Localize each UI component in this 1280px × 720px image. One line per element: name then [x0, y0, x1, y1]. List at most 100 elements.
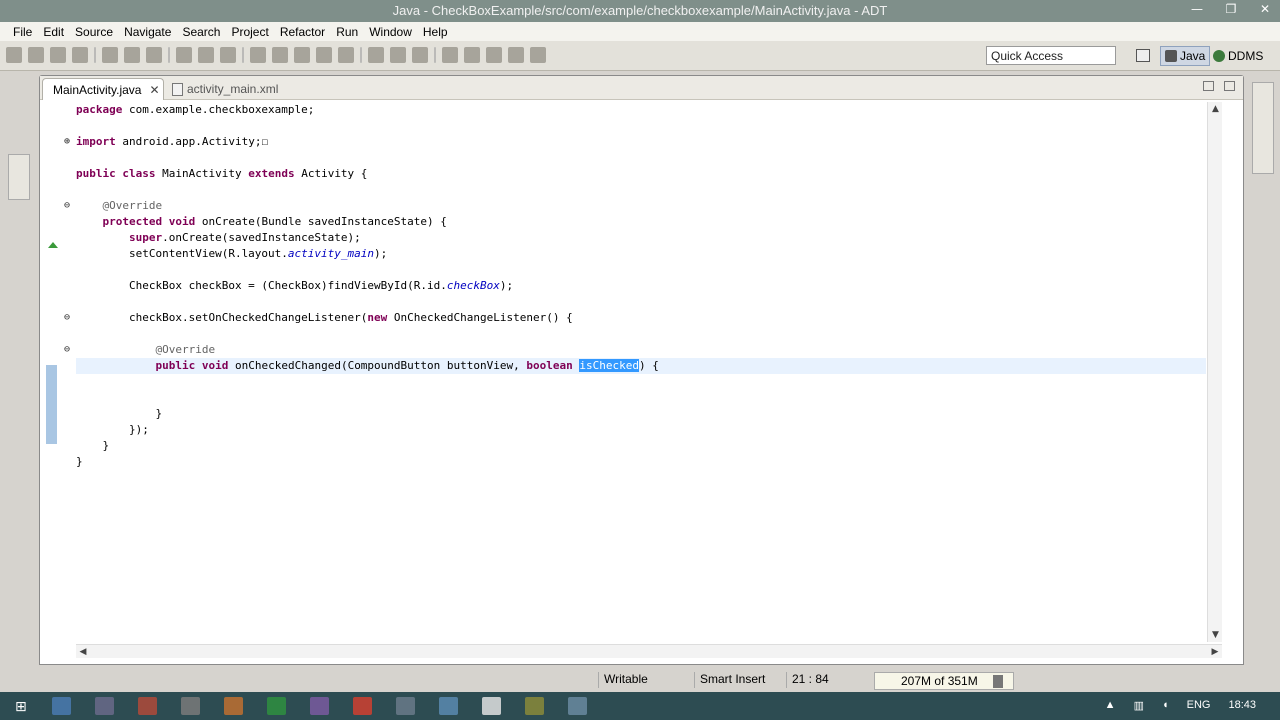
clock[interactable]: 18:43	[1228, 699, 1256, 712]
vertical-scrollbar[interactable]: ▲ ▼	[1207, 102, 1222, 642]
ddms-perspective-icon	[1213, 50, 1225, 62]
file-explorer-icon[interactable]	[52, 697, 71, 715]
external-tools-icon[interactable]	[220, 47, 236, 63]
windows-start-icon[interactable]: ⊞	[15, 699, 27, 715]
app-icon[interactable]	[568, 697, 587, 715]
toggle-mark-occurrences-icon[interactable]	[368, 47, 384, 63]
app-icon[interactable]	[267, 697, 286, 715]
fold-minus-icon[interactable]: ⊖	[64, 313, 73, 323]
status-writable: Writable	[604, 672, 648, 686]
tab-mainactivity[interactable]: MainActivity.java ✕	[42, 78, 164, 100]
menu-bar: File Edit Source Navigate Search Project…	[0, 22, 1280, 41]
app-icon[interactable]	[396, 697, 415, 715]
quick-diff-bar	[46, 365, 57, 444]
forward-icon[interactable]	[530, 47, 546, 63]
code-line: }	[76, 407, 163, 420]
menu-search[interactable]: Search	[177, 25, 226, 39]
perspective-ddms[interactable]: DDMS	[1213, 46, 1263, 66]
close-tab-icon[interactable]: ✕	[149, 83, 159, 97]
perspective-java[interactable]: Java	[1160, 46, 1211, 66]
minimize-editor-icon[interactable]	[1203, 81, 1214, 91]
new-class-icon[interactable]	[294, 47, 310, 63]
maximize-editor-icon[interactable]	[1224, 81, 1235, 91]
menu-file[interactable]: File	[8, 25, 38, 39]
next-annotation-icon[interactable]	[442, 47, 458, 63]
selected-text: isChecked	[579, 359, 639, 372]
lint-icon[interactable]	[146, 47, 162, 63]
quick-access-input[interactable]: Quick Access	[986, 46, 1116, 65]
new-package-icon[interactable]	[272, 47, 288, 63]
code-area[interactable]: package com.example.checkboxexample; imp…	[76, 100, 1216, 640]
status-bar: Writable Smart Insert 21 : 84	[0, 668, 1280, 692]
app-icon[interactable]	[482, 697, 501, 715]
app-icon[interactable]	[95, 697, 114, 715]
window-controls: — ❐ ✕	[1188, 2, 1274, 16]
tray-arrow-icon[interactable]: ▲	[1105, 699, 1116, 712]
eclipse-icon[interactable]	[525, 697, 544, 715]
close-button[interactable]: ✕	[1256, 2, 1274, 16]
app-icon[interactable]	[138, 697, 157, 715]
minimize-button[interactable]: —	[1188, 2, 1206, 16]
toolbar-separator	[168, 47, 170, 63]
menu-edit[interactable]: Edit	[38, 25, 70, 39]
menu-run[interactable]: Run	[331, 25, 364, 39]
menu-navigate[interactable]: Navigate	[119, 25, 177, 39]
print-icon[interactable]	[72, 47, 88, 63]
app-icon[interactable]	[310, 697, 329, 715]
toolbar-separator	[94, 47, 96, 63]
menu-window[interactable]: Window	[364, 25, 418, 39]
volume-icon[interactable]: ◖	[1162, 699, 1169, 712]
code-line: @Override	[76, 343, 216, 356]
save-icon[interactable]	[28, 47, 44, 63]
toggle-block-selection-icon[interactable]	[390, 47, 406, 63]
scroll-right-icon[interactable]: ▶	[1208, 645, 1222, 659]
avd-manager-icon[interactable]	[124, 47, 140, 63]
maximize-button[interactable]: ❐	[1222, 2, 1240, 16]
status-insert-mode: Smart Insert	[700, 672, 766, 686]
minimized-package-explorer[interactable]	[8, 154, 30, 200]
code-line: CheckBox checkBox = (CheckBox)findViewBy…	[76, 279, 514, 292]
back-icon[interactable]	[508, 47, 524, 63]
menu-source[interactable]: Source	[70, 25, 119, 39]
save-all-icon[interactable]	[50, 47, 66, 63]
android-sdk-manager-icon[interactable]	[102, 47, 118, 63]
show-whitespace-icon[interactable]	[412, 47, 428, 63]
toolbar-separator	[434, 47, 436, 63]
status-separator	[598, 672, 599, 688]
new-java-project-icon[interactable]	[250, 47, 266, 63]
code-line: public class MainActivity extends Activi…	[76, 167, 368, 180]
fold-minus-icon[interactable]: ⊖	[64, 345, 73, 355]
previous-annotation-icon[interactable]	[464, 47, 480, 63]
app-icon[interactable]	[439, 697, 458, 715]
debug-icon[interactable]	[176, 47, 192, 63]
run-icon[interactable]	[198, 47, 214, 63]
menu-help[interactable]: Help	[418, 25, 454, 39]
editor-ruler: ⊕ ⊖ ⊖ ⊖	[40, 100, 74, 640]
app-icon[interactable]	[224, 697, 243, 715]
menu-project[interactable]: Project	[226, 25, 274, 39]
search-icon[interactable]	[338, 47, 354, 63]
run-gc-icon[interactable]	[993, 675, 1003, 688]
scroll-down-icon[interactable]: ▼	[1208, 628, 1223, 642]
scroll-up-icon[interactable]: ▲	[1208, 102, 1223, 116]
tab-activity-main[interactable]: activity_main.xml	[166, 78, 284, 100]
horizontal-scrollbar[interactable]: ◀ ▶	[76, 644, 1222, 658]
code-line: setContentView(R.layout.activity_main);	[76, 247, 388, 260]
scroll-left-icon[interactable]: ◀	[76, 645, 90, 659]
network-icon[interactable]: ▥	[1134, 699, 1144, 712]
override-marker-icon	[48, 242, 58, 248]
new-icon[interactable]	[6, 47, 22, 63]
open-perspective-icon[interactable]	[1136, 49, 1150, 62]
menu-refactor[interactable]: Refactor	[275, 25, 331, 39]
taskbar-apps	[52, 697, 587, 715]
last-edit-location-icon[interactable]	[486, 47, 502, 63]
fold-plus-icon[interactable]: ⊕	[64, 137, 73, 147]
editor-tabs: MainActivity.java ✕ activity_main.xml	[40, 76, 1243, 100]
app-icon[interactable]	[181, 697, 200, 715]
chrome-icon[interactable]	[353, 697, 372, 715]
open-type-icon[interactable]	[316, 47, 332, 63]
toolbar-separator	[242, 47, 244, 63]
minimized-outline-views[interactable]	[1252, 82, 1274, 174]
fold-minus-icon[interactable]: ⊖	[64, 201, 73, 211]
language-indicator[interactable]: ENG	[1187, 699, 1211, 712]
